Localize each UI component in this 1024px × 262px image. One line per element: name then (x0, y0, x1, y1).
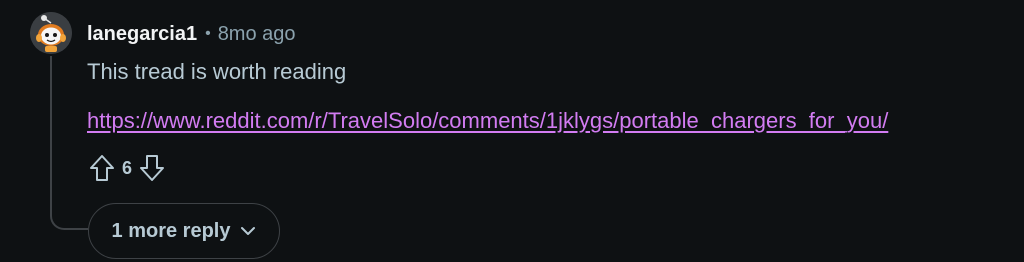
snoo-avatar-icon (30, 12, 72, 54)
comment-body: This tread is worth reading (87, 59, 347, 84)
vote-score: 6 (122, 157, 133, 178)
comment-link[interactable]: https://www.reddit.com/r/TravelSolo/comm… (87, 108, 888, 134)
comment-timestamp[interactable]: 8mo ago (218, 23, 296, 46)
comment-container: lanegarcia1 • 8mo ago This tread is wort… (0, 0, 1024, 262)
downvote-arrow-icon (140, 155, 165, 181)
downvote-button[interactable] (137, 150, 167, 186)
thread-line[interactable] (50, 56, 52, 202)
thread-connector (50, 198, 88, 230)
vote-actions: 6 (87, 150, 167, 186)
upvote-button[interactable] (87, 150, 117, 186)
upvote-arrow-icon (90, 155, 114, 181)
user-avatar[interactable] (30, 12, 72, 54)
more-replies-button[interactable]: 1 more reply (88, 203, 280, 259)
chevron-down-icon (241, 227, 256, 235)
more-replies-label: 1 more reply (111, 219, 231, 242)
comment-meta: lanegarcia1 • 8mo ago (87, 21, 296, 47)
meta-separator: • (205, 25, 211, 42)
comment-author-link[interactable]: lanegarcia1 (87, 23, 197, 46)
